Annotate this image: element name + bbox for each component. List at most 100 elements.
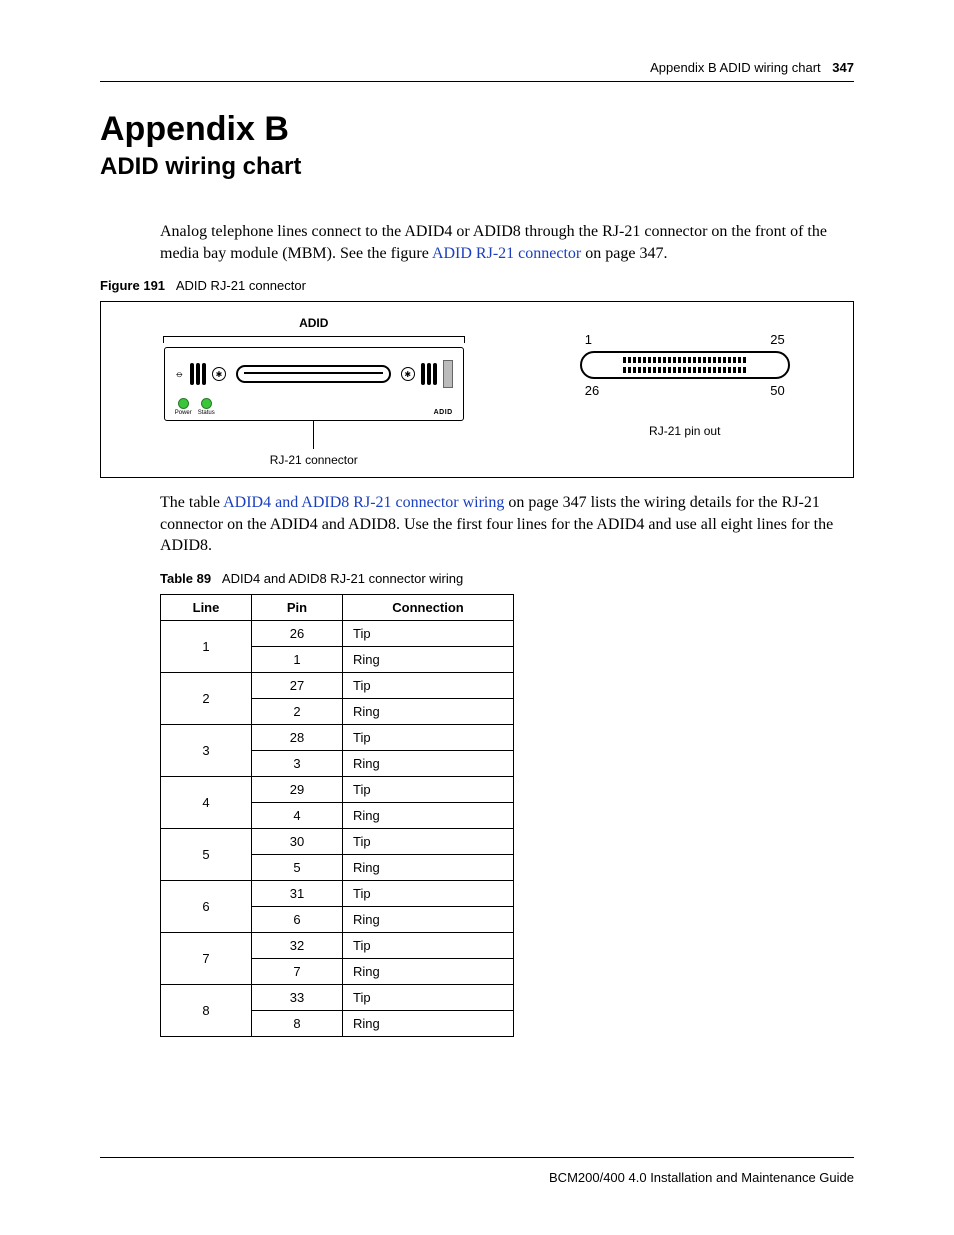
table-row: 530Tip [161, 828, 514, 854]
pin-dot-icon [673, 367, 676, 373]
cell-pin: 8 [252, 1010, 343, 1036]
cell-pin: 30 [252, 828, 343, 854]
cell-line: 7 [161, 932, 252, 984]
cell-line: 4 [161, 776, 252, 828]
cell-connection: Tip [343, 724, 514, 750]
pin-dot-icon [633, 367, 636, 373]
pin-dot-icon [693, 357, 696, 363]
col-header-pin: Pin [252, 594, 343, 620]
cell-connection: Tip [343, 672, 514, 698]
power-led-icon: Power [175, 398, 192, 416]
handle-icon [443, 360, 453, 388]
power-led-label: Power [175, 410, 192, 416]
figure-caption: Figure 191 ADID RJ-21 connector [100, 278, 854, 293]
figure-right-panel: 1 25 26 50 RJ-21 pin out [536, 316, 833, 438]
cell-pin: 2 [252, 698, 343, 724]
callout-line-icon [313, 421, 314, 449]
pin-dot-icon [653, 357, 656, 363]
pin-dot-icon [703, 367, 706, 373]
vent-icon [421, 363, 437, 385]
pin-dot-icon [693, 367, 696, 373]
pin-dot-icon [663, 357, 666, 363]
cell-connection: Ring [343, 906, 514, 932]
cell-connection: Tip [343, 880, 514, 906]
cell-line: 8 [161, 984, 252, 1036]
table-caption-text: ADID4 and ADID8 RJ-21 connector wiring [222, 571, 463, 586]
vent-icon [190, 363, 206, 385]
pin-dot-icon [703, 357, 706, 363]
cell-line: 3 [161, 724, 252, 776]
cell-connection: Ring [343, 646, 514, 672]
pin-dot-icon [738, 367, 741, 373]
col-header-connection: Connection [343, 594, 514, 620]
pin-label-25: 25 [770, 332, 784, 347]
pin-dot-icon [733, 367, 736, 373]
pin-dot-icon [633, 357, 636, 363]
cell-pin: 5 [252, 854, 343, 880]
pin-dot-icon [628, 367, 631, 373]
pin-dot-icon [638, 367, 641, 373]
cell-pin: 33 [252, 984, 343, 1010]
pin-dot-icon [713, 367, 716, 373]
figure-left-panel: ADID ⦵ ✱ ✱ Power [121, 316, 506, 467]
pin-dot-icon [698, 357, 701, 363]
bracket-icon [163, 336, 465, 343]
intro-text-b: on page 347. [581, 245, 667, 262]
cell-connection: Ring [343, 750, 514, 776]
pin-dot-icon [643, 357, 646, 363]
pin-label-1: 1 [585, 332, 592, 347]
table-intro-a: The table [160, 494, 223, 511]
figure-caption-text: ADID RJ-21 connector [176, 278, 306, 293]
pin-dot-icon [708, 367, 711, 373]
table-crossref-link[interactable]: ADID4 and ADID8 RJ-21 connector wiring [223, 494, 504, 511]
cell-connection: Tip [343, 620, 514, 646]
pin-dot-icon [658, 367, 661, 373]
pin-dot-icon [623, 357, 626, 363]
rj21-connector-icon [580, 351, 790, 379]
cell-pin: 1 [252, 646, 343, 672]
intro-paragraph: Analog telephone lines connect to the AD… [160, 221, 854, 264]
pin-label-26: 26 [585, 383, 599, 398]
pin-dot-icon [648, 357, 651, 363]
screw-icon: ✱ [401, 367, 415, 381]
status-led-label: Status [198, 410, 215, 416]
pin-dot-icon [628, 357, 631, 363]
cell-connection: Ring [343, 802, 514, 828]
page-number: 347 [832, 60, 854, 75]
cell-pin: 32 [252, 932, 343, 958]
pin-dot-icon [678, 357, 681, 363]
cell-line: 1 [161, 620, 252, 672]
cell-pin: 3 [252, 750, 343, 776]
cell-pin: 26 [252, 620, 343, 646]
adid-module-illustration: ⦵ ✱ ✱ Power [164, 347, 464, 421]
wiring-table: Line Pin Connection 126Tip1Ring227Tip2Ri… [160, 594, 514, 1037]
cell-connection: Tip [343, 984, 514, 1010]
cell-connection: Tip [343, 932, 514, 958]
pin-label-50: 50 [770, 383, 784, 398]
led-group: Power Status [175, 398, 215, 416]
cell-connection: Ring [343, 698, 514, 724]
pin-dot-icon [638, 357, 641, 363]
table-row: 126Tip [161, 620, 514, 646]
page-title: Appendix B [100, 110, 854, 149]
figure-left-caption: RJ-21 connector [121, 453, 506, 467]
running-header-text: Appendix B ADID wiring chart [650, 60, 821, 75]
cell-connection: Tip [343, 776, 514, 802]
pin-dot-icon [708, 357, 711, 363]
pin-dot-icon [733, 357, 736, 363]
pin-dot-icon [718, 357, 721, 363]
table-caption-label: Table 89 [160, 571, 211, 586]
table-row: 328Tip [161, 724, 514, 750]
running-header: Appendix B ADID wiring chart 347 [100, 60, 854, 82]
cell-line: 2 [161, 672, 252, 724]
figure-crossref-link[interactable]: ADID RJ-21 connector [432, 245, 581, 262]
pin-dot-icon [683, 367, 686, 373]
pinout-diagram: 1 25 26 50 [536, 332, 833, 398]
cell-connection: Ring [343, 958, 514, 984]
pin-dot-icon [688, 367, 691, 373]
pin-dot-icon [738, 357, 741, 363]
cell-pin: 31 [252, 880, 343, 906]
cell-connection: Tip [343, 828, 514, 854]
table-row: 429Tip [161, 776, 514, 802]
cell-pin: 28 [252, 724, 343, 750]
